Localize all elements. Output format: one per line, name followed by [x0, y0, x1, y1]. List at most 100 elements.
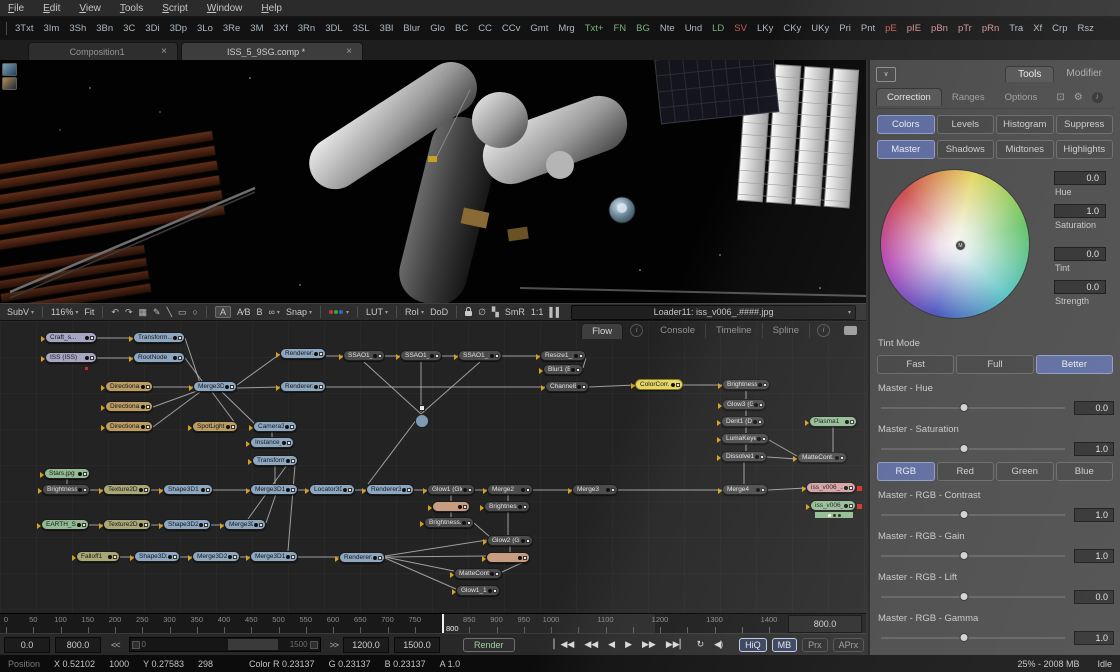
flow-node-brightness[interactable]: Brightness... — [424, 517, 474, 528]
tool-ld[interactable]: LD — [712, 23, 724, 34]
node-output-icon[interactable] — [840, 456, 844, 460]
slider-value-field[interactable]: 1.0 — [1074, 549, 1114, 563]
flow-node-merge3[interactable]: Merge3 — [572, 484, 618, 495]
flow-node-renderer3[interactable]: Renderer3... — [339, 552, 385, 563]
viewer-thumb-icon[interactable] — [2, 77, 17, 90]
button-full[interactable]: Full — [956, 355, 1033, 374]
flow-node-merge3d1[interactable]: Merge3D1 — [250, 484, 298, 495]
flow-node-glow3-glo[interactable]: Glow3 (Glo) — [722, 399, 766, 410]
step-back-button[interactable]: << — [111, 640, 120, 650]
toggle-hiq[interactable]: HiQ — [739, 638, 767, 652]
node-output-icon[interactable] — [83, 472, 87, 476]
flow-node-directiona[interactable]: Directiona... — [105, 381, 153, 392]
tool-pri[interactable]: Pri — [839, 23, 851, 34]
flow-node-stars-jpg[interactable]: Stars.jpg — [44, 468, 90, 479]
flow-node-directiona[interactable]: Directiona... — [105, 421, 153, 432]
view-b-button[interactable]: B — [256, 307, 262, 317]
node-output-icon[interactable] — [146, 425, 150, 429]
subview-button[interactable]: SubV▾ — [7, 307, 34, 317]
tool-crp[interactable]: Crp — [1052, 23, 1067, 34]
info-icon[interactable]: i — [1092, 92, 1103, 103]
node-output-icon[interactable] — [291, 459, 295, 463]
node-output-icon[interactable] — [576, 368, 580, 372]
flow-node-merge3d3[interactable]: Merge3D3 — [193, 381, 237, 392]
tool-pe[interactable]: pE — [885, 23, 897, 34]
button-blue[interactable]: Blue — [1056, 462, 1114, 481]
menu-script[interactable]: Script — [162, 3, 188, 14]
button-master[interactable]: Master — [877, 140, 935, 159]
flow-node-dissolve1[interactable]: Dissolve1 — [721, 451, 767, 462]
node-output-icon[interactable] — [760, 455, 764, 459]
flow-node-brightness[interactable]: Brightness... — [722, 379, 770, 390]
flow-junction-node[interactable] — [415, 414, 429, 428]
toggle-prx[interactable]: Prx — [802, 638, 828, 652]
node-output-icon[interactable] — [83, 488, 87, 492]
global-end-field[interactable]: 1500.0 — [394, 637, 440, 653]
flow-node-glow2-glo[interactable]: Glow2 (Glo) — [487, 535, 533, 546]
button-better[interactable]: Better — [1036, 355, 1113, 374]
color-wheel[interactable]: M — [880, 169, 1030, 319]
button-rgb[interactable]: RGB — [877, 462, 935, 481]
node-output-icon[interactable] — [468, 488, 472, 492]
node-output-icon[interactable] — [526, 539, 530, 543]
node-output-icon[interactable] — [523, 556, 527, 560]
flow-node-renderer3[interactable]: Renderer3... — [280, 348, 326, 359]
flow-node-blur1-blu[interactable]: Blur1 (Blu... — [543, 364, 583, 375]
flow-node-merge2[interactable]: Merge2 — [487, 484, 533, 495]
flow-node-transform[interactable]: Transform... — [252, 455, 298, 466]
menu-edit[interactable]: Edit — [43, 3, 60, 14]
flow-node-resize1-1[interactable]: Resize1_1... — [540, 350, 586, 361]
flow-node-merge4[interactable]: Merge4 — [722, 484, 768, 495]
tool-pnt[interactable]: Pnt — [861, 23, 875, 34]
node-output-icon[interactable] — [582, 385, 586, 389]
slider-handle[interactable] — [959, 592, 968, 601]
tool-3re[interactable]: 3Re — [223, 23, 240, 34]
ellipse-tool-icon[interactable]: ○ — [193, 307, 198, 317]
button-histogram[interactable]: Histogram — [996, 115, 1054, 134]
tab-close-icon[interactable]: × — [346, 46, 352, 57]
panel-tab-modifier[interactable]: Modifier — [1054, 66, 1114, 82]
field-tint[interactable]: 0.0 — [1054, 247, 1106, 261]
slider-track[interactable] — [881, 555, 1065, 557]
button-suppress[interactable]: Suppress — [1056, 115, 1114, 134]
playback-range-slider[interactable]: 01500 — [129, 637, 321, 652]
tool-bg[interactable]: BG — [636, 23, 650, 34]
node-output-icon[interactable] — [348, 488, 352, 492]
flow-node-rootnode[interactable]: RootNode — [133, 352, 185, 363]
step-forward-button[interactable]: >> — [330, 640, 339, 650]
flow-node-texture2d4[interactable]: Texture2D4 — [103, 519, 151, 530]
node-output-icon[interactable] — [204, 523, 208, 527]
flow-node-renderer3[interactable]: Renderer3... — [366, 484, 414, 495]
node-output-icon[interactable] — [762, 437, 766, 441]
tool-3sl[interactable]: 3SL — [353, 23, 370, 34]
button-shadows[interactable]: Shadows — [937, 140, 995, 159]
tab-composition1[interactable]: Composition1× — [28, 42, 178, 60]
node-output-icon[interactable] — [378, 556, 382, 560]
info-icon[interactable]: i — [817, 324, 830, 337]
flow-node-shape3d1[interactable]: Shape3D1 — [163, 484, 213, 495]
node-output-icon[interactable] — [290, 425, 294, 429]
tool-tra[interactable]: Tra — [1009, 23, 1023, 34]
tab-close-icon[interactable]: × — [161, 46, 167, 57]
subtab-options[interactable]: Options — [995, 89, 1048, 106]
slider-handle[interactable] — [959, 551, 968, 560]
flow-tab-console[interactable]: Console — [650, 323, 706, 338]
stereo-glasses-icon[interactable]: ∞▾ — [269, 307, 280, 317]
rect-tool-icon[interactable]: ▭ — [178, 307, 187, 318]
tool-3sh[interactable]: 3Sh — [69, 23, 86, 34]
tool-txt[interactable]: Txt+ — [585, 23, 604, 34]
toggle-mb[interactable]: MB — [772, 638, 798, 652]
node-output-icon[interactable] — [319, 385, 323, 389]
flow-node-spotlight1[interactable]: SpotLight1 — [192, 421, 238, 432]
flow-node-instance[interactable]: Instance_... — [250, 437, 294, 448]
node-output-icon[interactable] — [90, 356, 94, 360]
pan-a-icon[interactable]: ↶ — [111, 307, 119, 318]
menu-tools[interactable]: Tools — [120, 3, 143, 14]
flow-node-directiona[interactable]: Directiona... — [105, 401, 153, 412]
smr-button[interactable]: SmR — [505, 307, 525, 317]
menu-window[interactable]: Window — [207, 3, 243, 14]
node-output-icon[interactable] — [611, 488, 615, 492]
tool-3rn[interactable]: 3Rn — [298, 23, 315, 34]
current-frame-field[interactable]: 800.0 — [55, 637, 101, 653]
node-output-icon[interactable] — [407, 488, 411, 492]
